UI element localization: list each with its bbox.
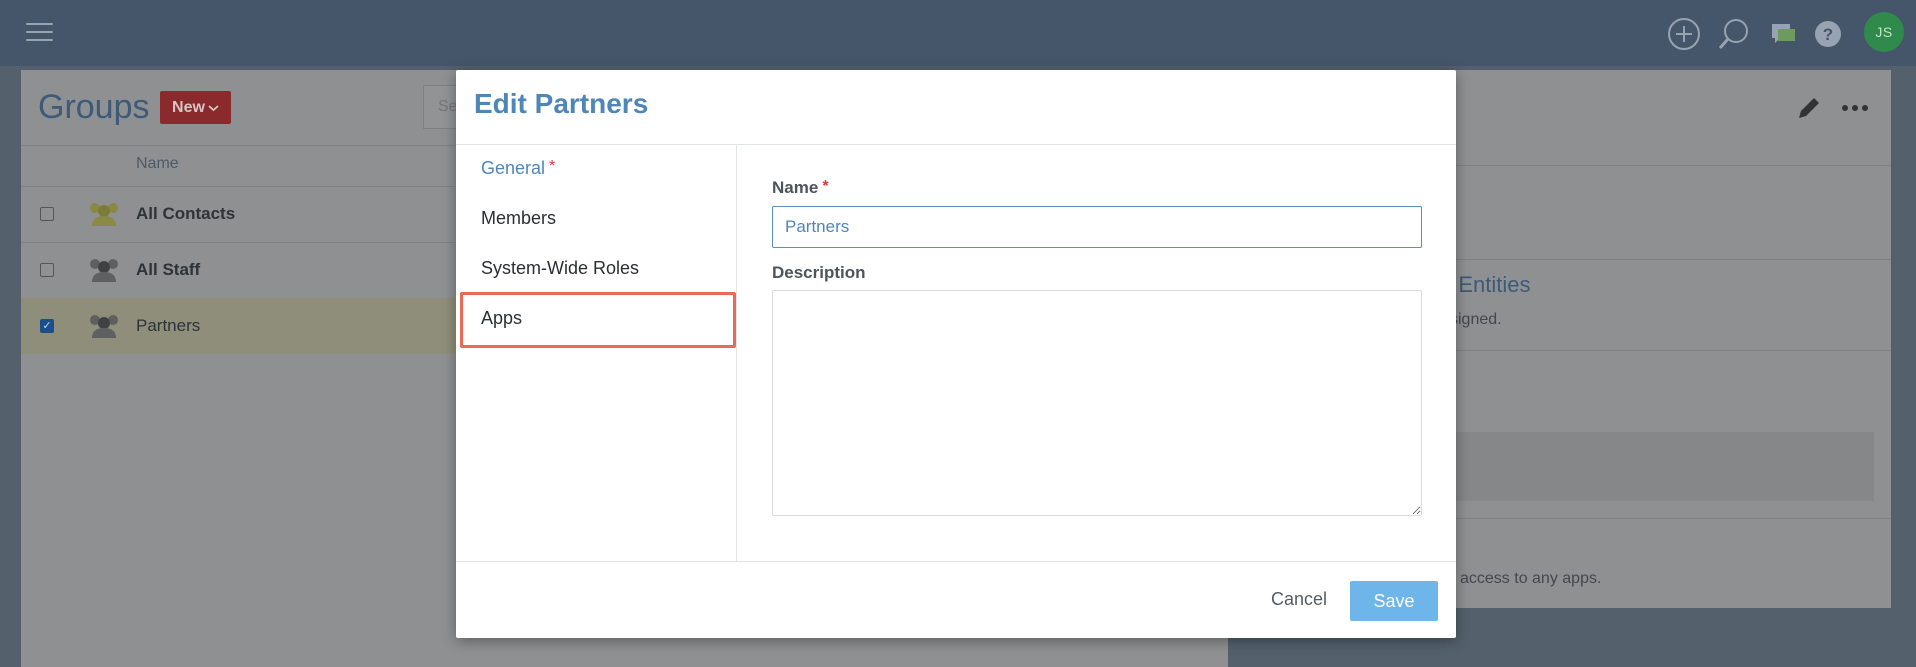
avatar[interactable]: JS [1864, 12, 1904, 52]
help-icon[interactable]: ? [1808, 14, 1848, 54]
chat-icon[interactable] [1764, 14, 1804, 54]
nav-item-system-wide-roles[interactable]: System-Wide Roles [481, 258, 639, 279]
nav-highlight-box [460, 292, 736, 348]
save-button[interactable]: Save [1350, 581, 1438, 621]
plus-circle-icon[interactable] [1664, 14, 1704, 54]
nav-item-members[interactable]: Members [481, 208, 556, 229]
column-header-name[interactable]: Name [136, 155, 179, 173]
table-row[interactable]: All Contacts [21, 186, 455, 242]
row-checkbox[interactable]: ✓ [40, 319, 54, 333]
description-label: Description [772, 263, 866, 282]
group-icon [90, 315, 118, 338]
top-bar: ? JS [0, 0, 1916, 66]
edit-group-dialog: Edit Partners General * Members System-Wi… [456, 70, 1456, 638]
group-icon [90, 203, 118, 226]
row-checkbox[interactable] [40, 207, 54, 221]
description-field[interactable] [772, 290, 1422, 516]
table-row[interactable]: ✓ Partners [21, 298, 455, 354]
row-label: All Contacts [136, 204, 236, 223]
apps-text: access to any apps. [1460, 570, 1602, 587]
new-button[interactable]: New [160, 91, 231, 124]
more-icon[interactable] [1840, 93, 1870, 123]
divider [456, 144, 1456, 145]
pencil-icon[interactable] [1794, 93, 1824, 123]
dialog-title: Edit Partners [474, 88, 649, 119]
search-icon[interactable] [1714, 14, 1754, 54]
row-label: Partners [136, 316, 201, 335]
row-checkbox[interactable] [40, 263, 54, 277]
divider [456, 561, 1456, 562]
hamburger-icon[interactable] [26, 23, 53, 41]
required-mark: * [549, 158, 556, 175]
table-row[interactable]: All Staff [21, 242, 455, 298]
name-label: Name * [772, 178, 829, 197]
divider [736, 145, 737, 561]
row-label: All Staff [136, 260, 201, 279]
page-title: Groups [38, 88, 150, 126]
divider [21, 145, 455, 146]
svg-text:?: ? [1823, 25, 1833, 44]
required-mark: * [822, 178, 829, 195]
cancel-button[interactable]: Cancel [1264, 582, 1334, 616]
group-icon [90, 259, 118, 282]
name-field[interactable] [772, 206, 1422, 248]
nav-item-general[interactable]: General * [481, 158, 555, 179]
